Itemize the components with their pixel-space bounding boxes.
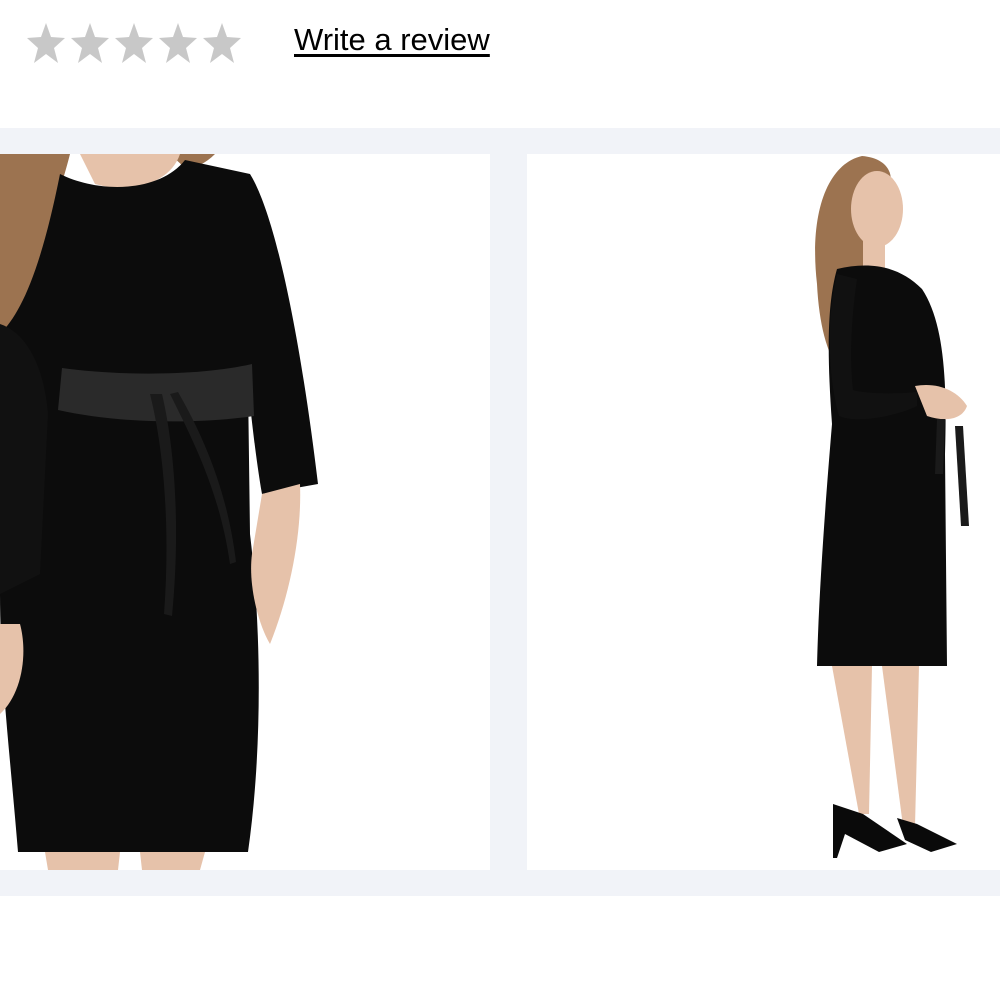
write-review-link[interactable]: Write a review: [294, 22, 490, 58]
star-icon: [202, 21, 242, 65]
rating-stars: [26, 21, 242, 65]
star-icon: [70, 21, 110, 65]
star-icon: [26, 21, 66, 65]
star-icon: [114, 21, 154, 65]
front-closeup-photo[interactable]: [0, 154, 490, 870]
side-full-length-photo[interactable]: [527, 154, 1000, 870]
product-rating: [26, 18, 242, 68]
star-icon: [158, 21, 198, 65]
